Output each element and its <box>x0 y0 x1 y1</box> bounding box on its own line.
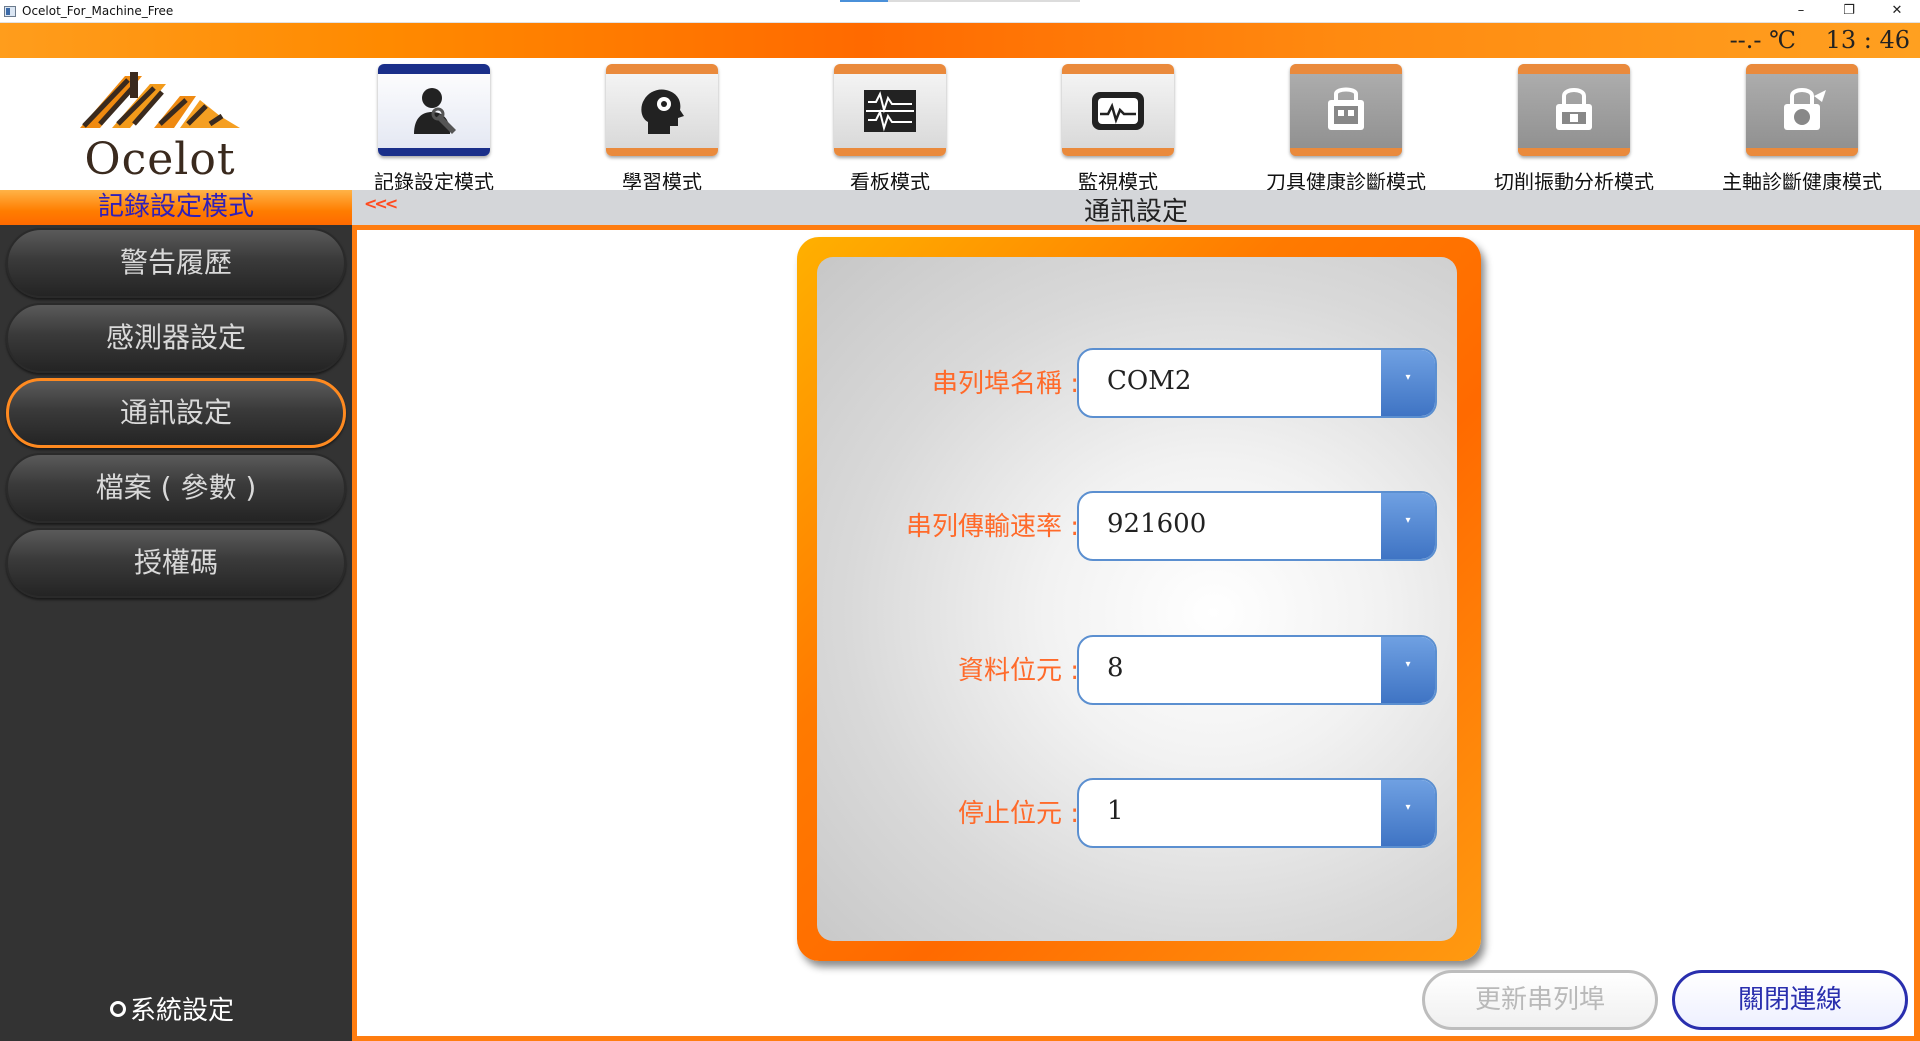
locked-tool-icon <box>1328 87 1364 130</box>
waveform-panel-icon <box>864 90 916 132</box>
titlebar-indicator <box>840 0 1080 2</box>
chevron-down-icon: ▾ <box>1405 659 1411 670</box>
stop-bits-label: 停止位元 : <box>957 799 1079 829</box>
mode-tile[interactable] <box>1518 64 1630 156</box>
sidebar-item-sensor-settings[interactable]: 感測器設定 <box>6 303 346 373</box>
mode-vibration-analysis[interactable]: 切削振動分析模式 <box>1474 64 1674 194</box>
stop-bits-select[interactable]: 1 ▾ <box>1077 778 1437 848</box>
serial-port-name-label: 串列埠名稱 : <box>931 369 1079 399</box>
baud-rate-select[interactable]: 921600 ▾ <box>1077 491 1437 561</box>
mode-header: Ocelot 記錄設定模式 學習模式 看板模式 監視模式 刀具健康診斷模式 切削… <box>0 58 1920 194</box>
mode-learning[interactable]: 學習模式 <box>562 64 762 194</box>
mode-record-settings[interactable]: 記錄設定模式 <box>334 64 534 194</box>
back-button[interactable]: <<< <box>364 194 398 213</box>
dropdown-button[interactable]: ▾ <box>1381 780 1435 846</box>
clock-readout: 13 : 46 <box>1825 26 1910 54</box>
communication-settings-card: 串列埠名稱 : COM2 ▾ 串列傳輸速率 : 921600 ▾ 資料位元 : … <box>797 237 1481 961</box>
brain-gear-icon <box>641 89 684 134</box>
select-value: 1 <box>1107 796 1124 826</box>
sidebar-item-warning-history[interactable]: 警告履歷 <box>6 228 346 298</box>
ocelot-roof-logo-icon <box>80 72 240 128</box>
gear-icon <box>110 1001 126 1017</box>
logo-text: Ocelot <box>84 134 236 185</box>
sidebar-item-license-code[interactable]: 授權碼 <box>6 528 346 598</box>
user-wrench-icon <box>414 88 456 134</box>
chevron-down-icon: ▾ <box>1405 802 1411 813</box>
sidebar: 記錄設定模式 警告履歷 感測器設定 通訊設定 檔案 ( 參數 ) 授權碼 系統設… <box>0 190 352 1041</box>
sidebar-title: 記錄設定模式 <box>0 190 352 225</box>
close-window-button[interactable]: ✕ <box>1874 0 1920 23</box>
refresh-serial-ports-button[interactable]: 更新串列埠 <box>1422 970 1658 1030</box>
select-value: COM2 <box>1107 366 1192 396</box>
page-title: 通訊設定 <box>1083 197 1188 227</box>
serial-port-name-select[interactable]: COM2 ▾ <box>1077 348 1437 418</box>
mode-tile[interactable] <box>1062 64 1174 156</box>
window-titlebar: Ocelot_For_Machine_Free – ❐ ✕ <box>0 0 1920 23</box>
locked-spindle-icon <box>1784 88 1826 130</box>
mode-dashboard[interactable]: 看板模式 <box>790 64 990 194</box>
baud-rate-label: 串列傳輸速率 : <box>905 512 1079 542</box>
mode-tile[interactable] <box>1746 64 1858 156</box>
monitor-wave-icon <box>1092 92 1144 130</box>
mode-tool-health[interactable]: 刀具健康診斷模式 <box>1246 64 1446 194</box>
system-settings-link[interactable]: 系統設定 <box>110 990 234 1027</box>
mode-monitor[interactable]: 監視模式 <box>1018 64 1218 194</box>
select-value: 8 <box>1107 653 1124 683</box>
ocelot-logo: Ocelot <box>70 66 250 186</box>
data-bits-select[interactable]: 8 ▾ <box>1077 635 1437 705</box>
mode-tile[interactable] <box>378 64 490 156</box>
select-value: 921600 <box>1107 509 1207 539</box>
chevron-down-icon: ▾ <box>1405 515 1411 526</box>
sidebar-item-file-parameters[interactable]: 檔案 ( 參數 ) <box>6 453 346 523</box>
temperature-readout: --.- ℃ <box>1729 26 1796 54</box>
dropdown-button[interactable]: ▾ <box>1381 637 1435 703</box>
minimize-button[interactable]: – <box>1778 0 1824 23</box>
locked-vibration-icon <box>1556 88 1592 130</box>
data-bits-label: 資料位元 : <box>957 656 1079 686</box>
settings-panel: 串列埠名稱 : COM2 ▾ 串列傳輸速率 : 921600 ▾ 資料位元 : … <box>817 257 1457 941</box>
dropdown-button[interactable]: ▾ <box>1381 350 1435 416</box>
window-title: Ocelot_For_Machine_Free <box>22 4 174 18</box>
mode-spindle-health[interactable]: 主軸診斷健康模式 <box>1702 64 1902 194</box>
close-connection-button[interactable]: 關閉連線 <box>1672 970 1908 1030</box>
mode-tile[interactable] <box>606 64 718 156</box>
app-window-icon <box>4 6 16 17</box>
sidebar-item-communication-settings[interactable]: 通訊設定 <box>6 378 346 448</box>
system-settings-label: 系統設定 <box>130 996 235 1026</box>
dropdown-button[interactable]: ▾ <box>1381 493 1435 559</box>
status-strip: --.- ℃ 13 : 46 <box>0 23 1920 58</box>
mode-tile[interactable] <box>1290 64 1402 156</box>
restore-button[interactable]: ❐ <box>1826 0 1872 23</box>
chevron-down-icon: ▾ <box>1405 372 1411 383</box>
content-header: 通訊設定 <<< <box>352 190 1920 227</box>
mode-tile[interactable] <box>834 64 946 156</box>
